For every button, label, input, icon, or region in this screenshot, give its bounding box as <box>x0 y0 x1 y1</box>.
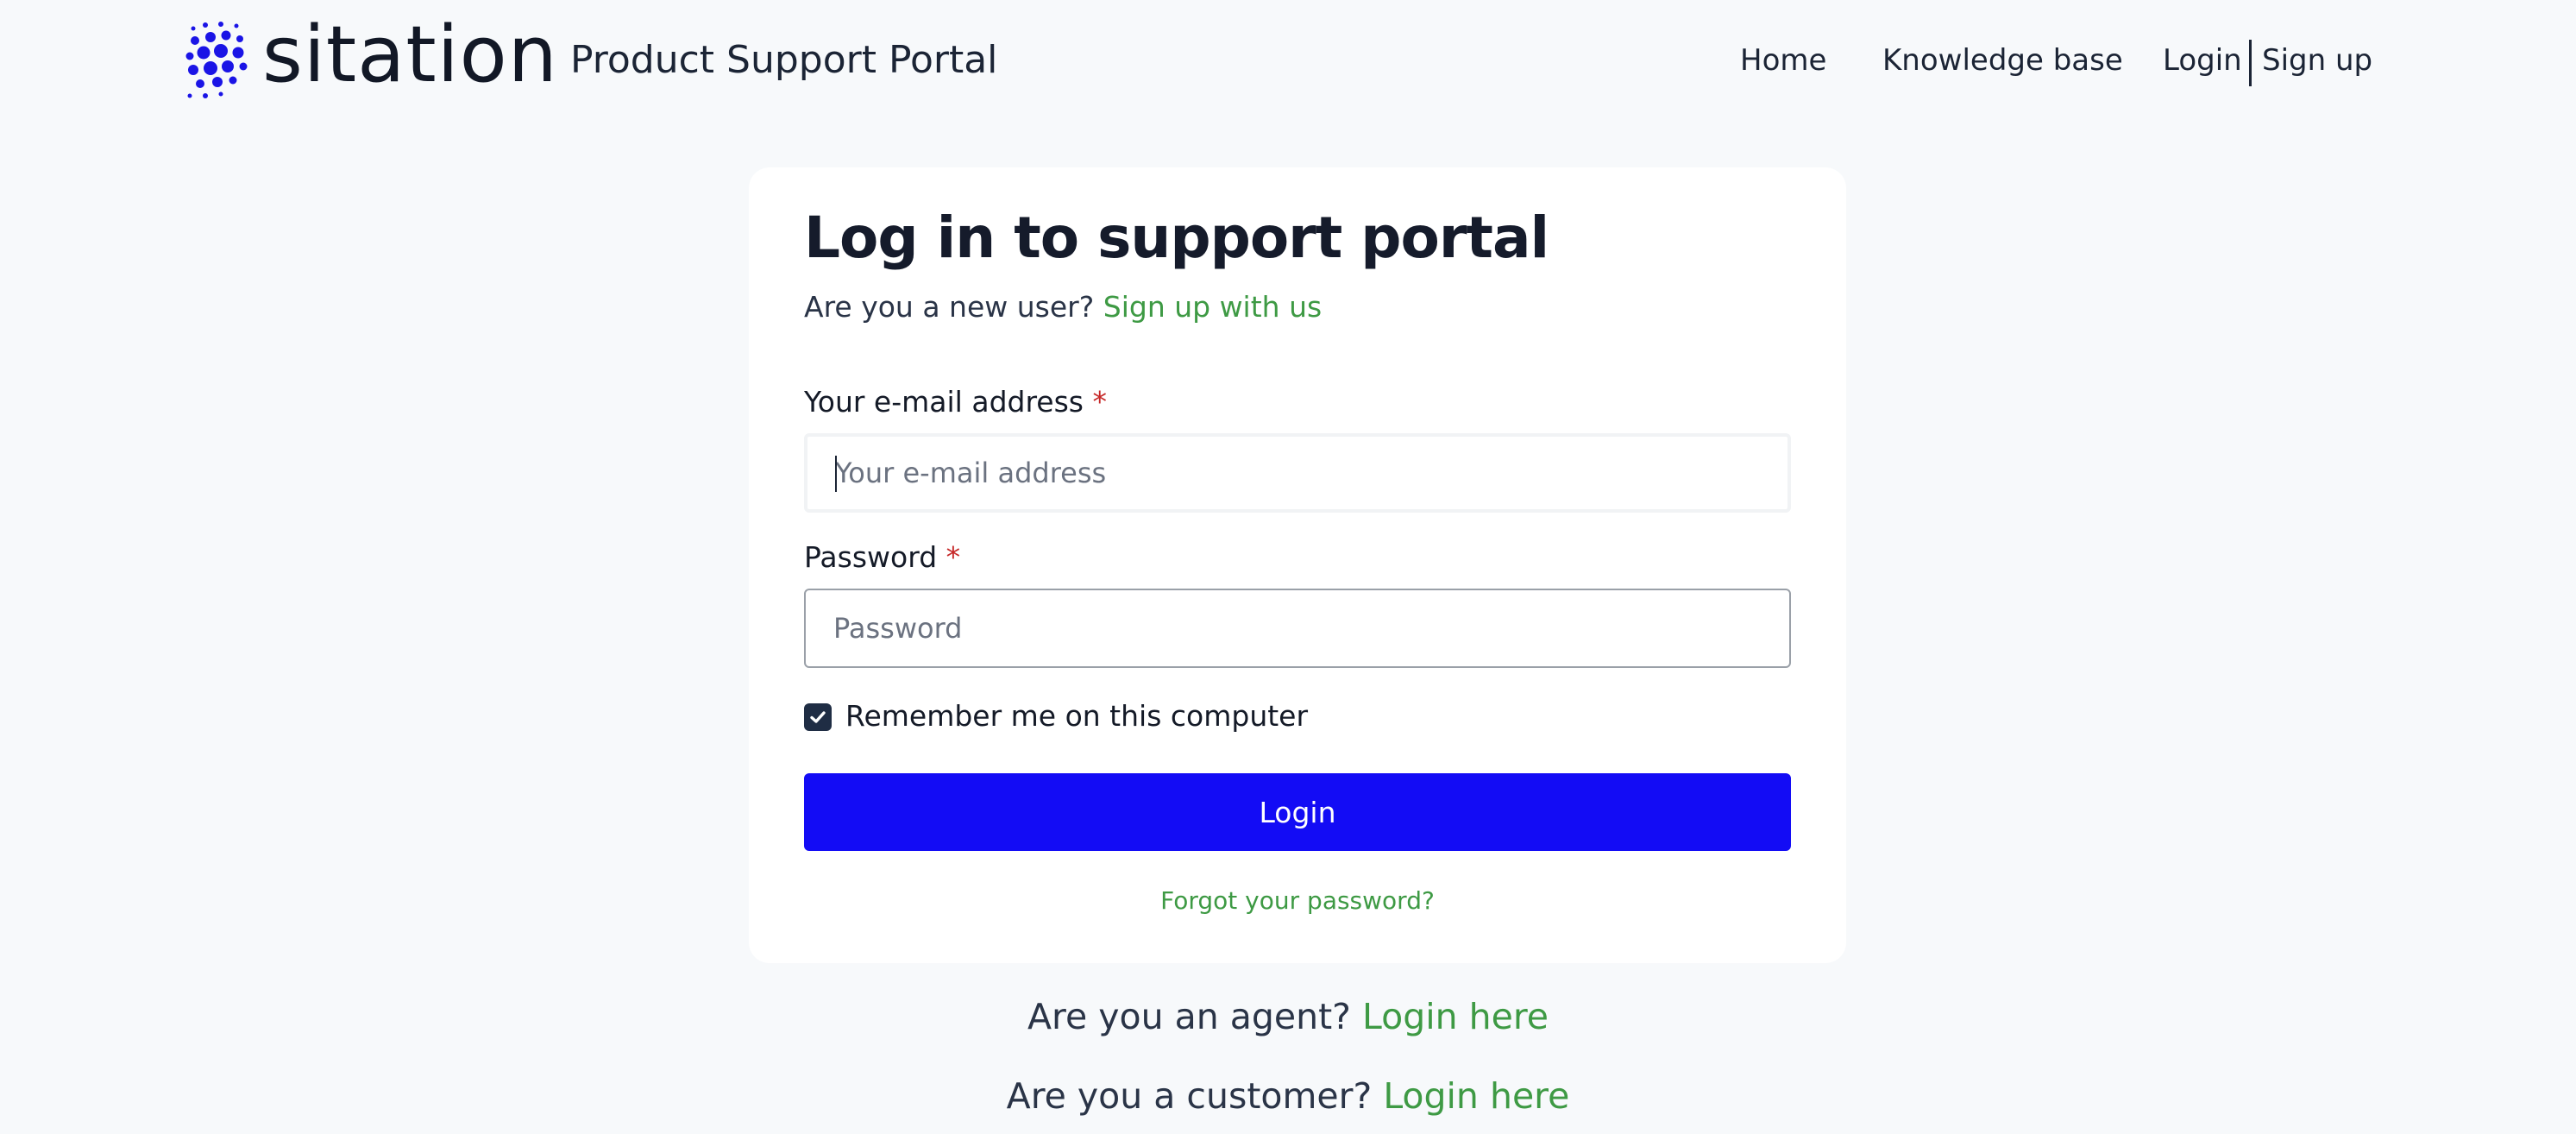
password-field[interactable] <box>804 589 1791 668</box>
customer-login-link[interactable]: Login here <box>1383 1075 1569 1117</box>
brand-logo[interactable]: sitation <box>183 9 558 104</box>
logo-text: sitation <box>262 9 558 100</box>
forgot-password-row: Forgot your password? <box>749 885 1846 917</box>
new-user-text: Are you a new user? <box>804 290 1095 324</box>
password-label: Password * <box>804 539 960 576</box>
email-label: Your e-mail address * <box>804 383 1107 421</box>
remember-me-label[interactable]: Remember me on this computer <box>845 697 1308 735</box>
nav-home-link[interactable]: Home <box>1740 38 1826 83</box>
password-label-text: Password <box>804 540 938 574</box>
signup-link[interactable]: Sign up with us <box>1103 290 1322 324</box>
page-title: Log in to support portal <box>804 205 1549 271</box>
required-marker: * <box>946 540 961 574</box>
nav-signup-link[interactable]: Sign up <box>2262 38 2372 83</box>
agent-prompt-text: Are you an agent? <box>1027 996 1351 1037</box>
customer-login-prompt: Are you a customer? Login here <box>0 1072 2576 1120</box>
sitation-dots-logo-icon <box>185 22 248 98</box>
forgot-password-link[interactable]: Forgot your password? <box>1160 886 1435 915</box>
login-card: Log in to support portal Are you a new u… <box>749 167 1846 963</box>
agent-login-link[interactable]: Login here <box>1362 996 1549 1037</box>
site-header: sitation Product Support Portal Home Kno… <box>0 0 2576 121</box>
email-label-text: Your e-mail address <box>804 385 1084 419</box>
text-cursor <box>835 456 837 492</box>
new-user-prompt: Are you a new user? Sign up with us <box>804 288 1322 326</box>
nav-divider <box>2249 40 2252 86</box>
portal-title: Product Support Portal <box>570 38 998 82</box>
required-marker: * <box>1092 385 1108 419</box>
checkmark-icon <box>810 711 826 723</box>
login-button[interactable]: Login <box>804 773 1791 851</box>
nav-knowledge-base-link[interactable]: Knowledge base <box>1882 38 2123 83</box>
agent-login-prompt: Are you an agent? Login here <box>0 992 2576 1041</box>
nav-login-link[interactable]: Login <box>2163 38 2242 83</box>
email-field[interactable] <box>804 433 1791 513</box>
customer-prompt-text: Are you a customer? <box>1006 1075 1373 1117</box>
remember-me-checkbox[interactable] <box>804 703 832 731</box>
